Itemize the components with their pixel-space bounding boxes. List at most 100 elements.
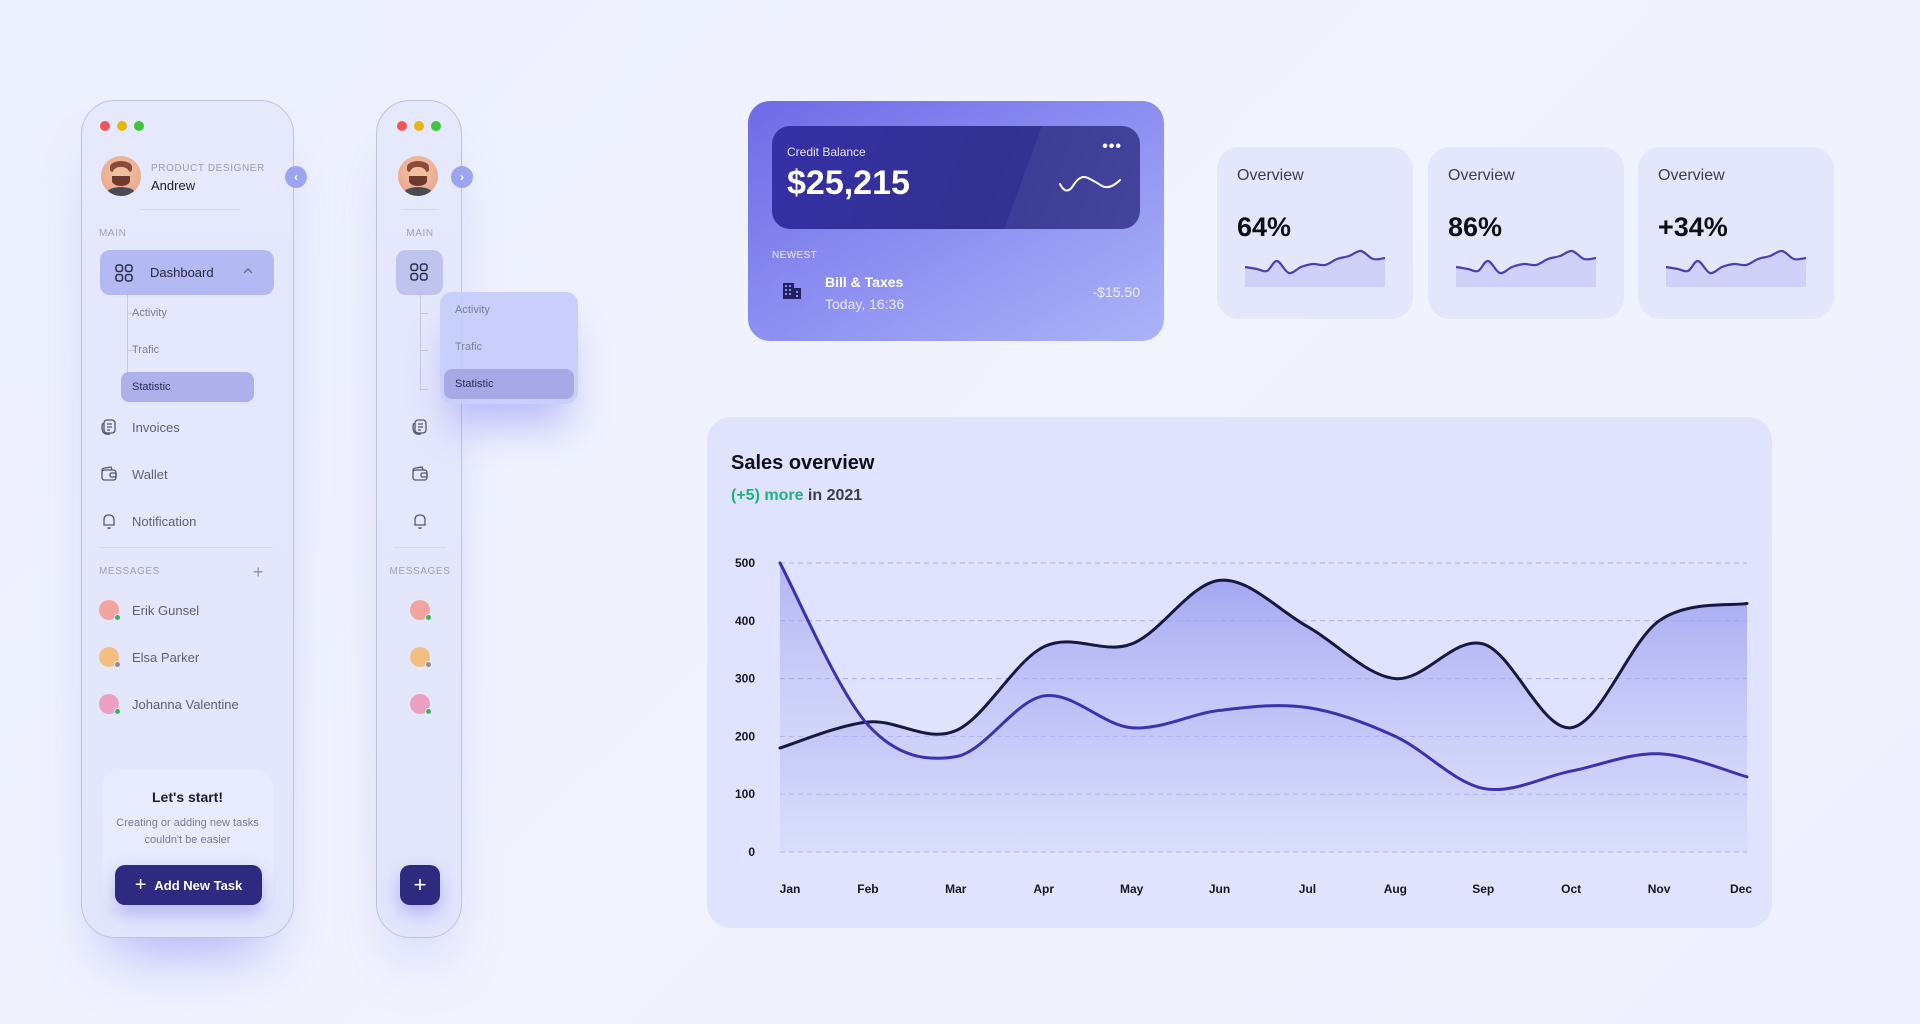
y-tick-label: 400 xyxy=(735,614,755,628)
sidebar-expanded: PRODUCT DESIGNER Andrew ‹ MAIN Dashboard… xyxy=(81,100,307,938)
transaction-time: Today, 16:36 xyxy=(825,296,905,312)
flyout-item-label: Activity xyxy=(455,304,490,316)
x-tick-label: Aug xyxy=(1384,882,1407,896)
avatar[interactable] xyxy=(101,156,141,196)
x-tick-label: Dec xyxy=(1730,882,1752,896)
close-window-button[interactable] xyxy=(100,121,110,131)
divider xyxy=(401,209,439,210)
y-tick-label: 0 xyxy=(748,845,755,859)
submenu-item-label: Activity xyxy=(132,307,167,319)
flyout-item-label: Trafic xyxy=(455,341,483,353)
grid-icon xyxy=(410,263,428,281)
divider xyxy=(140,209,240,210)
add-task-button[interactable]: + xyxy=(400,865,440,905)
divider xyxy=(99,547,273,548)
sidebar-item-dashboard[interactable]: Dashboard xyxy=(100,250,274,295)
y-tick-label: 500 xyxy=(735,556,755,570)
user-name: Andrew xyxy=(151,178,196,193)
promo-description: Creating or adding new tasks couldn't be… xyxy=(116,817,259,846)
avatar[interactable] xyxy=(398,156,438,196)
chevron-up-icon[interactable] xyxy=(242,265,254,277)
dashboard-flyout-menu: Activity Trafic Statistic xyxy=(440,292,578,404)
overview-card[interactable]: Overview 86% xyxy=(1428,147,1624,319)
more-horizontal-icon[interactable]: ••• xyxy=(1102,138,1122,156)
status-online-indicator xyxy=(114,708,121,715)
overview-value: 64% xyxy=(1237,212,1292,242)
window-controls xyxy=(397,121,441,131)
status-away-indicator xyxy=(114,661,121,668)
contact-avatar xyxy=(99,647,121,668)
flyout-item-statistic[interactable]: Statistic xyxy=(444,369,574,399)
window-controls xyxy=(100,121,144,131)
close-window-button[interactable] xyxy=(397,121,407,131)
overview-card[interactable]: Overview 64% xyxy=(1217,147,1413,319)
wallet-icon[interactable] xyxy=(411,465,429,483)
chart-subtitle-accent: (+5) more xyxy=(731,487,804,504)
section-label-messages: MESSAGES xyxy=(99,566,160,577)
wallet-icon xyxy=(100,465,118,483)
add-new-task-label: Add New Task xyxy=(154,877,243,893)
chart-subtitle-rest: in 2021 xyxy=(807,487,863,504)
transaction-title: Bill & Taxes xyxy=(825,274,904,290)
invoice-icon[interactable] xyxy=(411,418,429,436)
sidebar-item-label: Notification xyxy=(132,514,197,529)
contact-avatar[interactable] xyxy=(410,694,432,715)
overview-title: Overview xyxy=(1658,167,1725,184)
maximize-window-button[interactable] xyxy=(134,121,144,131)
submenu-item-statistic[interactable]: Statistic xyxy=(121,372,254,402)
transaction-amount: -$15.50 xyxy=(1092,284,1140,300)
chart-subtitle: (+5) more in 2021 xyxy=(731,487,862,505)
sparkline xyxy=(1245,249,1386,287)
promo-title: Let's start! xyxy=(151,789,223,805)
contact-avatar xyxy=(99,600,121,621)
contact-avatar[interactable] xyxy=(410,647,432,668)
overview-value: 86% xyxy=(1448,212,1503,242)
status-online-indicator xyxy=(114,614,121,621)
collapse-sidebar-button[interactable]: ‹ xyxy=(285,166,307,188)
plus-icon[interactable]: + xyxy=(253,563,264,581)
x-tick-label: Nov xyxy=(1648,882,1671,896)
overview-card[interactable]: Overview +34% xyxy=(1638,147,1834,319)
status-away-indicator xyxy=(425,661,432,668)
plus-icon: + xyxy=(134,874,147,896)
chevron-right-icon: › xyxy=(460,170,464,184)
credit-balance-label: Credit Balance xyxy=(787,145,866,159)
y-tick-label: 100 xyxy=(735,787,755,801)
contact-avatar[interactable] xyxy=(410,600,432,621)
minimize-window-button[interactable] xyxy=(117,121,127,131)
flyout-item-label: Statistic xyxy=(455,378,494,390)
status-online-indicator xyxy=(425,708,432,715)
divider xyxy=(394,547,446,548)
expand-sidebar-button[interactable]: › xyxy=(451,166,473,188)
minimize-window-button[interactable] xyxy=(414,121,424,131)
credit-balance-widget: Credit Balance $25,215 ••• NEWEST Bill &… xyxy=(748,101,1164,341)
x-tick-label: May xyxy=(1120,882,1144,896)
x-tick-label: Sep xyxy=(1472,882,1494,896)
user-role: PRODUCT DESIGNER xyxy=(151,163,265,174)
chevron-left-icon: ‹ xyxy=(294,170,298,184)
bell-icon xyxy=(100,512,118,530)
x-tick-label: Feb xyxy=(857,882,878,896)
x-tick-label: Apr xyxy=(1033,882,1054,896)
status-online-indicator xyxy=(425,614,432,621)
maximize-window-button[interactable] xyxy=(431,121,441,131)
y-tick-label: 200 xyxy=(735,729,755,743)
tree-line xyxy=(420,295,421,391)
sparkline-area xyxy=(1666,250,1806,287)
credit-card[interactable]: Credit Balance $25,215 ••• xyxy=(772,126,1140,229)
credit-balance-value: $25,215 xyxy=(787,164,910,202)
x-tick-label: Oct xyxy=(1561,882,1581,896)
submenu-item-label: Trafic xyxy=(132,344,160,356)
sidebar-item-dashboard[interactable] xyxy=(396,250,443,295)
overview-value: +34% xyxy=(1658,212,1728,242)
grid-icon xyxy=(115,264,133,282)
sidebar-item-label: Invoices xyxy=(132,420,180,435)
sparkline-area xyxy=(1245,250,1385,287)
overview-title: Overview xyxy=(1448,167,1515,184)
bell-icon[interactable] xyxy=(411,512,429,530)
sidebar-collapsed: › MAIN MESSAGES + xyxy=(376,100,473,938)
chart-title: Sales overview xyxy=(731,452,875,474)
add-new-task-button[interactable]: + Add New Task xyxy=(115,865,262,905)
section-label-main: MAIN xyxy=(406,228,434,239)
x-tick-label: Mar xyxy=(945,882,967,896)
